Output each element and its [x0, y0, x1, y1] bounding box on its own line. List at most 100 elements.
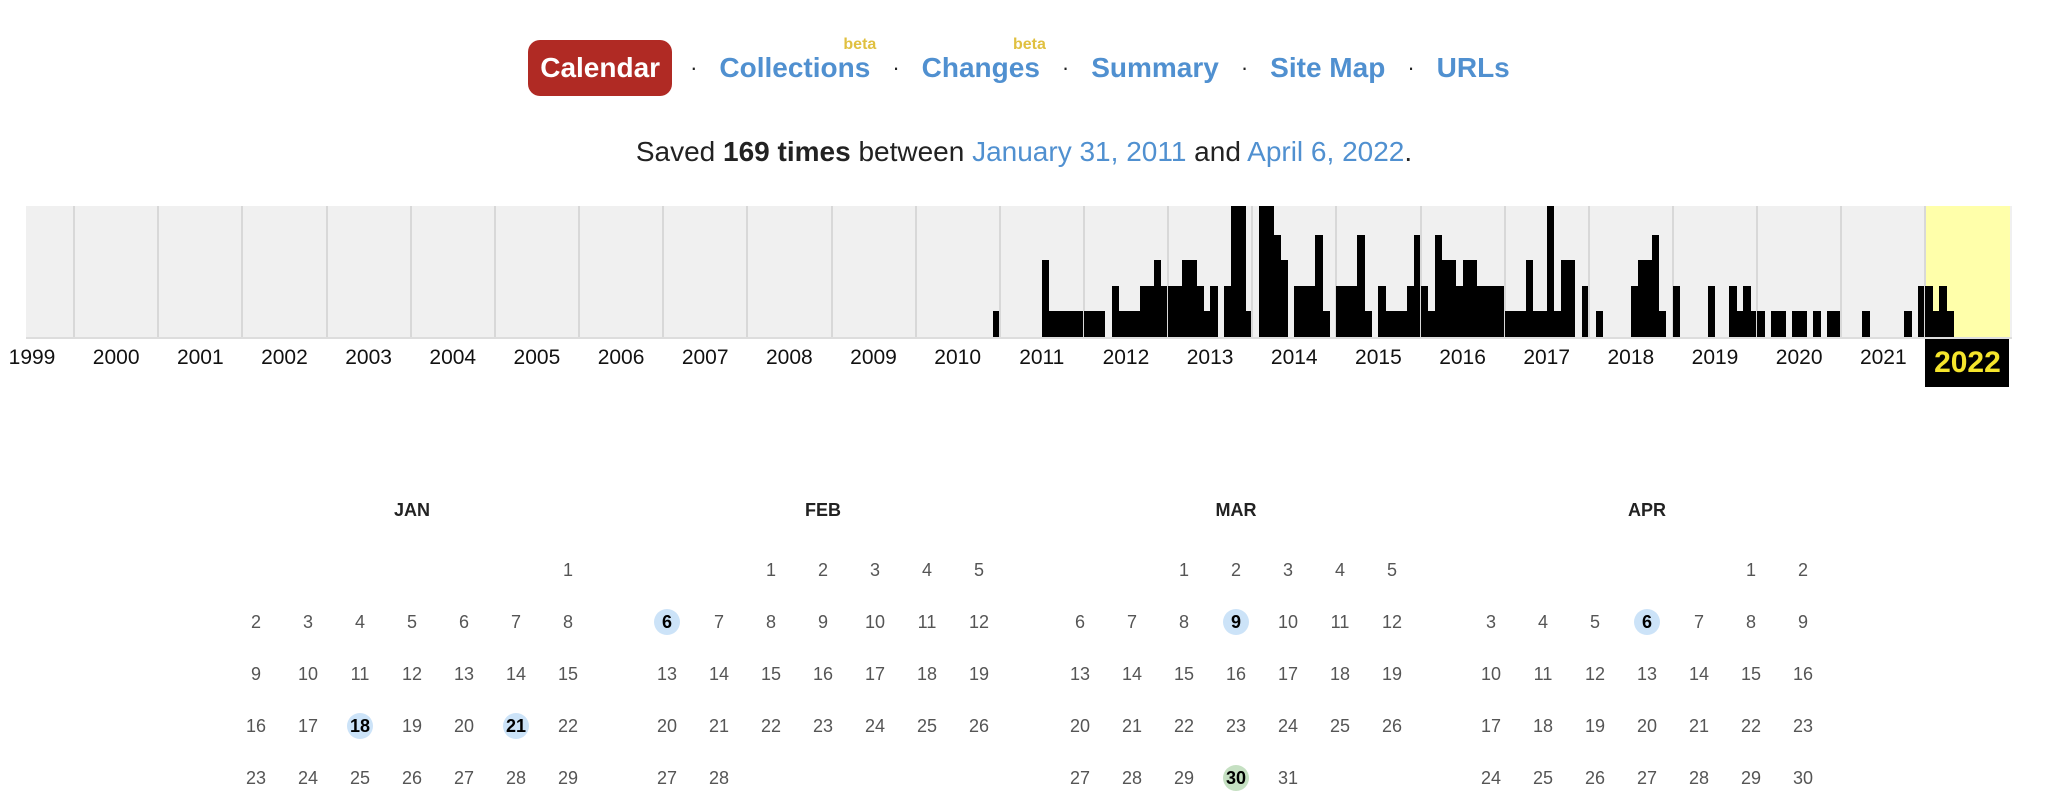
- year-column-2004[interactable]: [411, 206, 495, 337]
- year-label-2010[interactable]: 2010: [916, 346, 1000, 370]
- capture-histogram[interactable]: [26, 206, 2012, 337]
- day-number: 8: [765, 611, 776, 632]
- month-bar-2013-7[interactable]: [1210, 286, 1218, 337]
- empty-day: [1517, 552, 1569, 588]
- year-label-2006[interactable]: 2006: [579, 346, 663, 370]
- month-bar-2022-4[interactable]: [1946, 311, 1954, 337]
- year-label-2004[interactable]: 2004: [411, 346, 495, 370]
- year-label-2008[interactable]: 2008: [747, 346, 831, 370]
- year-label-2020[interactable]: 2020: [1757, 346, 1841, 370]
- nav-tab-collections[interactable]: Collections beta: [715, 36, 876, 84]
- capture-day[interactable]: 30: [1210, 760, 1262, 796]
- calendar-day: 23: [797, 708, 849, 744]
- day-number: 1: [765, 559, 776, 580]
- year-column-2006[interactable]: [579, 206, 663, 337]
- year-column-2009[interactable]: [832, 206, 916, 337]
- month-bar-2020-1[interactable]: [1757, 311, 1765, 337]
- year-divider: [325, 206, 328, 337]
- day-number: 11: [917, 611, 937, 632]
- day-number: 3: [869, 559, 880, 580]
- year-label-2001[interactable]: 2001: [158, 346, 242, 370]
- year-divider: [578, 206, 581, 337]
- year-label-2003[interactable]: 2003: [327, 346, 411, 370]
- calendar-day: 15: [745, 656, 797, 692]
- nav-tab-calendar[interactable]: Calendar: [528, 40, 673, 96]
- day-number: 1: [562, 559, 573, 580]
- month-bar-2020-4[interactable]: [1778, 311, 1786, 337]
- nav-tab-summary[interactable]: Summary: [1087, 52, 1223, 84]
- year-label-2005[interactable]: 2005: [495, 346, 579, 370]
- capture-day[interactable]: 21: [490, 708, 542, 744]
- year-label-2002[interactable]: 2002: [242, 346, 326, 370]
- month-bar-2018-11[interactable]: [1658, 311, 1667, 337]
- calendar-day: 14: [1106, 656, 1158, 692]
- year-label-2022[interactable]: 2022: [1925, 339, 2010, 387]
- year-label-2000[interactable]: 2000: [74, 346, 158, 370]
- year-label-2015[interactable]: 2015: [1336, 346, 1420, 370]
- year-column-2008[interactable]: [747, 206, 831, 337]
- year-label-2009[interactable]: 2009: [832, 346, 916, 370]
- day-number: 5: [406, 611, 417, 632]
- year-label-1999[interactable]: 1999: [0, 346, 74, 370]
- year-column-2005[interactable]: [495, 206, 579, 337]
- year-label-2013[interactable]: 2013: [1168, 346, 1252, 370]
- year-label-2018[interactable]: 2018: [1589, 346, 1673, 370]
- calendar-day: 25: [1517, 760, 1569, 796]
- first-capture-link[interactable]: January 31, 2011: [972, 136, 1186, 167]
- calendar-day: 25: [334, 760, 386, 796]
- year-label-2012[interactable]: 2012: [1084, 346, 1168, 370]
- nav-tab-changes[interactable]: Changes beta: [918, 36, 1046, 84]
- calendar-day: 12: [953, 604, 1005, 640]
- day-number: 28: [505, 767, 527, 788]
- year-column-2021[interactable]: [1841, 206, 1925, 337]
- capture-day[interactable]: 18: [334, 708, 386, 744]
- calendar-day: 21: [693, 708, 745, 744]
- month-bar-2019-6[interactable]: [1708, 286, 1716, 337]
- month-bar-2014-11[interactable]: [1322, 311, 1330, 337]
- month-bar-2014-5[interactable]: [1280, 260, 1288, 337]
- month-bar-2012-3[interactable]: [1097, 311, 1106, 337]
- month-bar-2015-5[interactable]: [1364, 311, 1372, 337]
- month-bar-2017-10[interactable]: [1567, 260, 1576, 337]
- last-capture-link[interactable]: April 6, 2022: [1247, 136, 1404, 167]
- year-label-2011[interactable]: 2011: [1000, 346, 1084, 370]
- year-label-2019[interactable]: 2019: [1673, 346, 1757, 370]
- year-label-2007[interactable]: 2007: [663, 346, 747, 370]
- calendar-day: 9: [1777, 604, 1829, 640]
- day-number: 15: [760, 663, 782, 684]
- empty-day: [1569, 552, 1621, 588]
- year-column-2000[interactable]: [74, 206, 158, 337]
- year-column-1999[interactable]: [26, 206, 74, 337]
- year-column-2003[interactable]: [327, 206, 411, 337]
- year-label-2016[interactable]: 2016: [1421, 346, 1505, 370]
- month-bar-2021-10[interactable]: [1904, 311, 1912, 337]
- month-bar-2018-2[interactable]: [1595, 311, 1604, 337]
- month-bar-2020-7[interactable]: [1799, 311, 1807, 337]
- calendar-day: 26: [1366, 708, 1418, 744]
- year-column-2001[interactable]: [158, 206, 242, 337]
- month-bar-2020-9[interactable]: [1813, 311, 1821, 337]
- calendar-day: 4: [1314, 552, 1366, 588]
- day-number: 3: [1485, 611, 1496, 632]
- capture-day[interactable]: 6: [641, 604, 693, 640]
- calendar-day: 27: [641, 760, 693, 796]
- calendar-day: 24: [1262, 708, 1314, 744]
- calendar-day: 23: [230, 760, 282, 796]
- year-label-2017[interactable]: 2017: [1505, 346, 1589, 370]
- nav-separator: ·: [1061, 55, 1070, 80]
- nav-tab-site-map[interactable]: Site Map: [1266, 52, 1389, 84]
- calendar-day: 27: [438, 760, 490, 796]
- nav-tab-urls[interactable]: URLs: [1433, 52, 1514, 84]
- year-column-2010[interactable]: [916, 206, 1000, 337]
- capture-day[interactable]: 6: [1621, 604, 1673, 640]
- year-column-2002[interactable]: [242, 206, 326, 337]
- month-bar-2021-4[interactable]: [1862, 311, 1870, 337]
- day-number: 25: [1532, 767, 1554, 788]
- day-number: 3: [302, 611, 313, 632]
- year-label-2021[interactable]: 2021: [1841, 346, 1925, 370]
- capture-day[interactable]: 9: [1210, 604, 1262, 640]
- year-column-2007[interactable]: [663, 206, 747, 337]
- year-label-2014[interactable]: 2014: [1252, 346, 1336, 370]
- month-bar-2019-1[interactable]: [1673, 286, 1681, 337]
- calendar-day: 11: [901, 604, 953, 640]
